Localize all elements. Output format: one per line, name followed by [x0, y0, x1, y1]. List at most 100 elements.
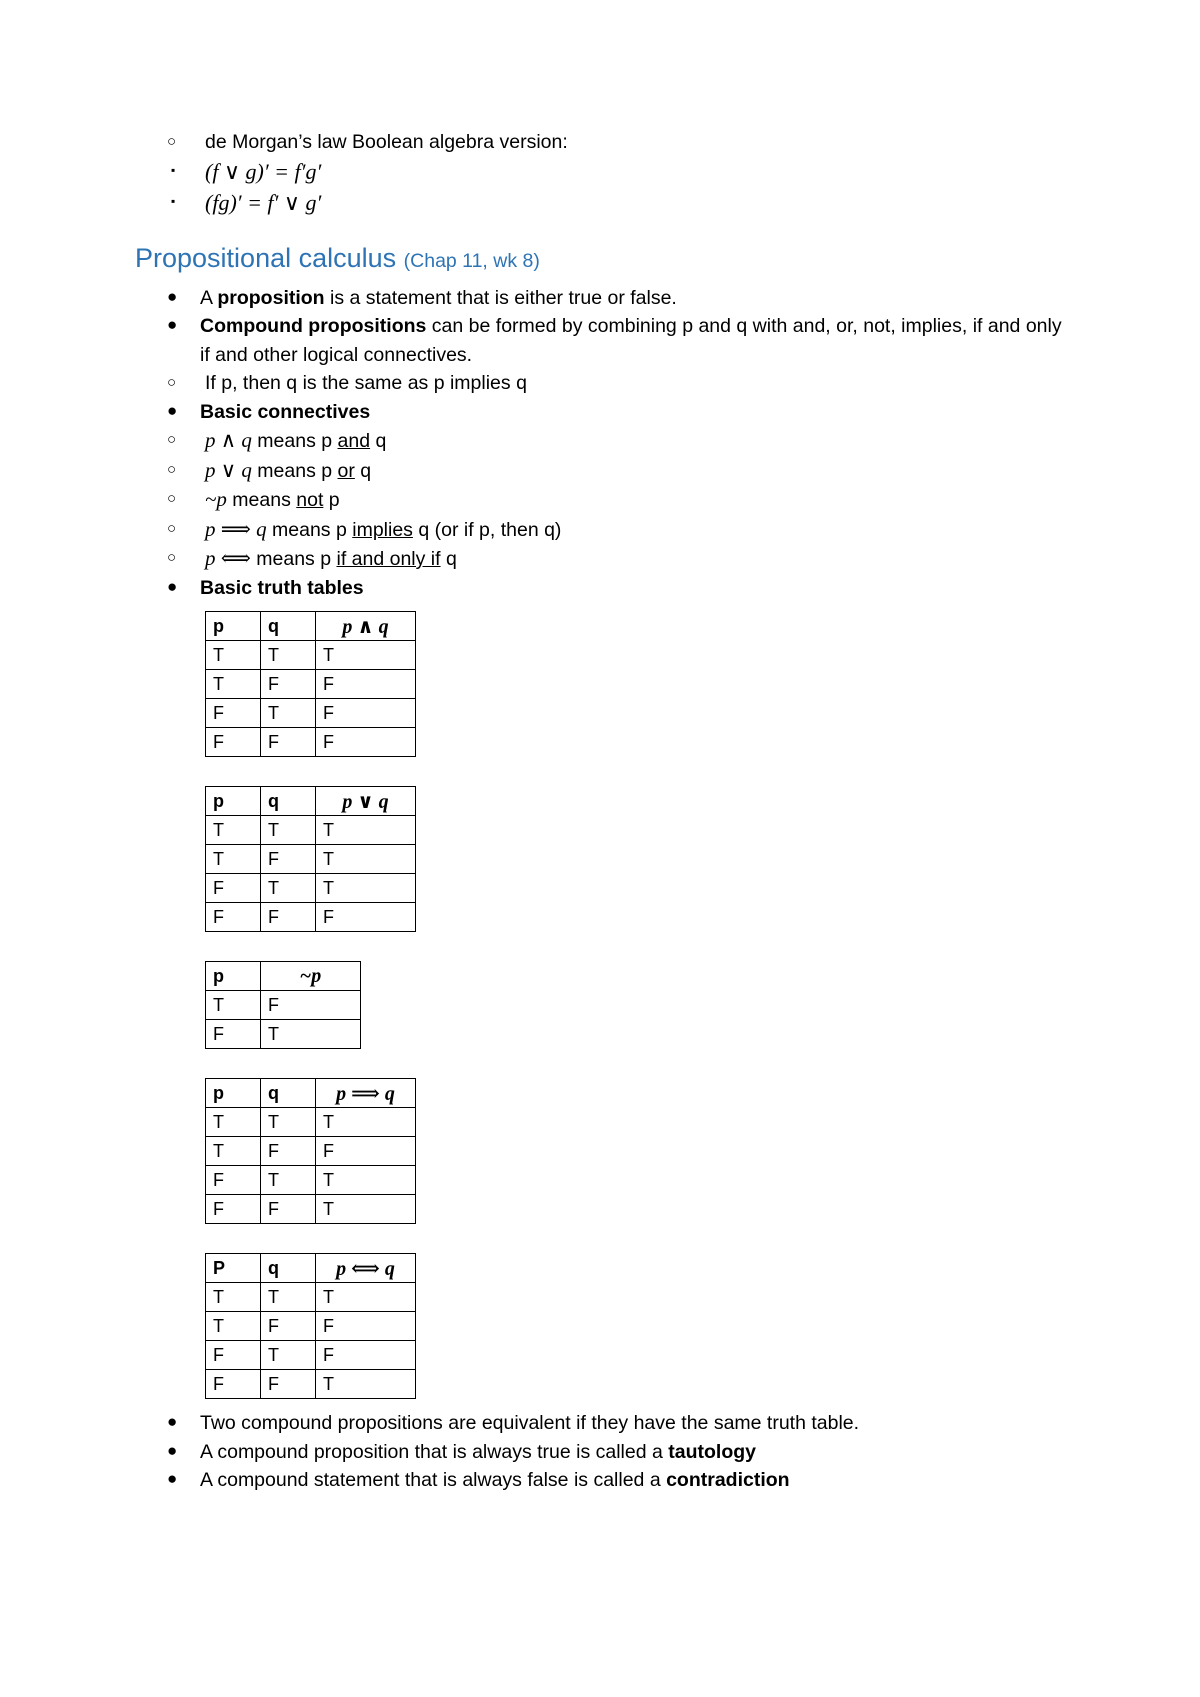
table-row: F T T: [205, 1165, 416, 1195]
table-row: F F F: [205, 727, 416, 757]
document-page: ○ de Morgan’s law Boolean algebra versio…: [0, 0, 1200, 1697]
cell-result: F: [315, 1340, 416, 1370]
cell-result: T: [315, 1165, 416, 1195]
truth-table-negation: p ~p T F F T: [205, 961, 361, 1049]
list-item-connective-not: ○ ~p means not p: [135, 485, 1065, 515]
cell-q: F: [260, 1311, 316, 1341]
connective-post-iff: q: [440, 548, 457, 570]
connective-underline-implies: implies: [352, 518, 413, 541]
page-title-text: Propositional calculus: [135, 242, 397, 273]
list-item-de-morgan: ○ de Morgan’s law Boolean algebra versio…: [135, 128, 1065, 157]
column-header-q: q: [260, 786, 316, 816]
table-spacer: [135, 1224, 1065, 1244]
circle-bullet-icon: ○: [167, 374, 177, 391]
cell-p: F: [205, 698, 261, 728]
list-item-basic-truth-tables: ● Basic truth tables: [135, 574, 1065, 603]
connective-post-and: q: [370, 430, 387, 452]
cell-p: F: [205, 1194, 261, 1224]
de-morgan-formula-group: ▪ (f ∨ g)′ = f′g′ ▪ (fg)′ = f′ ∨ g′: [135, 157, 1065, 219]
table-spacer: [135, 1049, 1065, 1069]
list-item-proposition: ● A proposition is a statement that is e…: [135, 284, 1065, 313]
cell-q: F: [260, 1369, 316, 1399]
table-row: T F F: [205, 1136, 416, 1166]
connective-post-or: q: [354, 459, 372, 482]
table-header-row: p ~p: [205, 961, 361, 991]
cell-p: F: [205, 1019, 261, 1049]
connective-pre-and: means p: [251, 430, 338, 452]
cell-p: T: [205, 815, 261, 845]
list-item-compound: ● Compound propositions can be formed by…: [135, 312, 1065, 369]
circle-bullet-icon: ○: [167, 519, 177, 537]
circle-bullet-icon: ○: [167, 460, 177, 478]
table-row: T F F: [205, 669, 416, 699]
table-row: T T T: [205, 815, 416, 845]
cell-q: T: [260, 873, 316, 903]
list-item-basic-connectives: ● Basic connectives: [135, 398, 1065, 427]
table-spacer: [135, 932, 1065, 952]
list-item-connective-iff: ○ p ⟺ means p if and only if q: [135, 544, 1065, 574]
cell-q: F: [260, 727, 316, 757]
table-row: F T F: [205, 698, 416, 728]
circle-bullet-icon: ○: [167, 490, 177, 507]
compound-term: Compound propositions: [200, 315, 427, 337]
cell-q: T: [260, 1282, 316, 1312]
tautology-text: A compound proposition that is always tr…: [200, 1440, 669, 1463]
list-item-formula-2: ▪ (fg)′ = f′ ∨ g′: [135, 188, 1065, 219]
cell-q: F: [260, 902, 316, 932]
table-row: T F F: [205, 1311, 416, 1341]
contradiction-text: A compound statement that is always fals…: [200, 1469, 667, 1491]
cell-p: T: [205, 669, 261, 699]
square-bullet-icon: ▪: [171, 193, 176, 208]
square-bullet-icon: ▪: [171, 162, 176, 177]
connective-underline-not: not: [296, 489, 324, 511]
cell-q: F: [260, 844, 316, 874]
cell-p: F: [205, 873, 261, 903]
table-header-row: p q p ∧ q: [205, 611, 416, 641]
disc-bullet-icon: ●: [167, 400, 178, 420]
cell-result: T: [315, 1107, 416, 1137]
table-row: F F T: [205, 1194, 416, 1224]
formula-demorgan-and: (fg)′ = f′ ∨ g′: [205, 189, 322, 215]
column-header-p: p: [205, 1078, 261, 1108]
column-header-q: q: [260, 1078, 316, 1108]
disc-bullet-icon: ●: [167, 286, 178, 306]
basic-truth-tables-list: ● Basic truth tables: [135, 574, 1065, 603]
column-header-formula: p ⟺ q: [315, 1253, 416, 1283]
connective-pre-or: means p: [251, 459, 338, 482]
disc-bullet-icon: ●: [167, 315, 178, 334]
column-header-formula: p ∧ q: [315, 611, 416, 641]
de-morgan-group: ○ de Morgan’s law Boolean algebra versio…: [135, 128, 1065, 157]
list-item-connective-or: ○ p ∨ q means p or q: [135, 456, 1065, 486]
tautology-term: tautology: [668, 1440, 757, 1463]
table-row: F T T: [205, 873, 416, 903]
cell-result: F: [315, 669, 416, 699]
cell-q: T: [260, 1107, 316, 1137]
column-header-p: p: [205, 611, 261, 641]
page-title-subtitle: (Chap 11, wk 8): [403, 249, 540, 272]
connective-pre-implies: means p: [266, 518, 353, 541]
cell-q: F: [260, 1194, 316, 1224]
list-item-connective-and: ○ p ∧ q means p and q: [135, 426, 1065, 456]
document-content: ○ de Morgan’s law Boolean algebra versio…: [135, 128, 1065, 1495]
cell-p: T: [205, 844, 261, 874]
table-header-row: P q p ⟺ q: [205, 1253, 416, 1283]
list-item-contradiction: ● A compound statement that is always fa…: [135, 1466, 1065, 1495]
connective-symbol-iff: p ⟺: [205, 546, 251, 570]
table-row: F F F: [205, 902, 416, 932]
column-header-formula: p ⟹ q: [315, 1078, 416, 1108]
circle-bullet-icon: ○: [167, 133, 177, 150]
column-header-p: p: [205, 961, 261, 991]
truth-table-disjunction: p q p ∨ q T T T T F T F T T F F F: [205, 786, 416, 932]
cell-p: F: [205, 1369, 261, 1399]
circle-bullet-icon: ○: [167, 549, 177, 566]
column-header-p: P: [205, 1253, 261, 1283]
table-row: T F: [205, 990, 361, 1020]
connective-symbol-implies: p ⟹ q: [205, 516, 267, 541]
truth-table-conjunction: p q p ∧ q T T T T F F F T F F F F: [205, 611, 416, 757]
basic-connectives-list: ● Basic connectives: [135, 398, 1065, 427]
column-header-formula: ~p: [260, 961, 361, 991]
closing-bullet-list: ● Two compound propositions are equivale…: [135, 1409, 1065, 1495]
cell-p: T: [205, 990, 261, 1020]
if-then-label: If p, then q is the same as p implies q: [205, 372, 527, 394]
cell-p: F: [205, 1340, 261, 1370]
